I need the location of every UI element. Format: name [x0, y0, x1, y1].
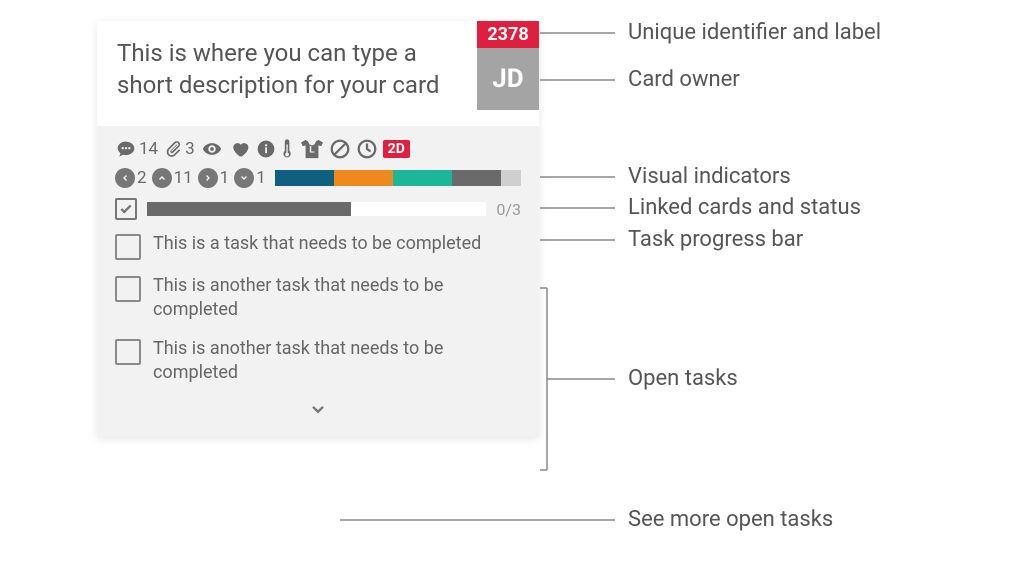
progress-label: 0/3: [496, 200, 521, 219]
task-checkbox[interactable]: [115, 339, 141, 365]
paperclip-icon: [163, 139, 183, 159]
annotation-progress: Task progress bar: [628, 227, 803, 252]
card-id-badge[interactable]: 2378: [477, 21, 539, 48]
status-segment: [501, 170, 521, 186]
status-segment: [452, 170, 501, 186]
progress-bar[interactable]: [147, 202, 486, 216]
annotation-indicators: Visual indicators: [628, 164, 791, 189]
clock-icon[interactable]: [356, 138, 378, 160]
successor-link[interactable]: 1: [198, 168, 230, 188]
kanban-card[interactable]: This is where you can type a short descr…: [97, 21, 539, 437]
annotation-id: Unique identifier and label: [628, 20, 881, 45]
status-segment: [275, 170, 334, 186]
status-segment: [393, 170, 452, 186]
task-checkbox[interactable]: [115, 234, 141, 260]
arrow-left-icon: [115, 168, 135, 188]
owner-avatar[interactable]: JD: [477, 48, 539, 110]
task-item[interactable]: This is another task that needs to be co…: [115, 274, 521, 323]
predecessor-count: 2: [137, 168, 147, 188]
arrow-up-icon: [152, 168, 172, 188]
predecessor-link[interactable]: 2: [115, 168, 147, 188]
task-item[interactable]: This is another task that needs to be co…: [115, 337, 521, 386]
card-body: 14 3 L: [97, 126, 539, 437]
task-text: This is a task that needs to be complete…: [153, 232, 481, 256]
svg-text:L: L: [309, 145, 315, 155]
parent-count: 11: [174, 168, 193, 188]
watch-icon[interactable]: [200, 139, 224, 159]
comments-indicator[interactable]: 14: [115, 139, 158, 159]
child-count: 1: [256, 168, 266, 188]
chevron-down-icon: [304, 401, 332, 425]
attachments-count: 3: [185, 139, 195, 159]
tshirt-size-icon[interactable]: L: [300, 138, 324, 160]
progress-row: 0/3: [115, 198, 521, 220]
thermometer-icon[interactable]: [281, 138, 295, 160]
parent-link[interactable]: 11: [152, 168, 193, 188]
task-checkbox[interactable]: [115, 276, 141, 302]
checklist-icon: [115, 198, 137, 220]
card-title[interactable]: This is where you can type a short descr…: [117, 37, 477, 102]
comment-icon: [115, 139, 137, 159]
deadline-badge[interactable]: 2D: [383, 140, 410, 158]
annotation-tasks: Open tasks: [628, 366, 738, 391]
child-link[interactable]: 1: [234, 168, 266, 188]
successor-count: 1: [220, 168, 230, 188]
task-item[interactable]: This is a task that needs to be complete…: [115, 232, 521, 260]
attachments-indicator[interactable]: 3: [163, 139, 195, 159]
heart-icon[interactable]: [229, 139, 251, 159]
task-text: This is another task that needs to be co…: [153, 337, 521, 386]
links-row: 2 11 1 1: [115, 168, 521, 188]
task-text: This is another task that needs to be co…: [153, 274, 521, 323]
expand-tasks[interactable]: [115, 399, 521, 427]
indicator-row: 14 3 L: [115, 138, 521, 160]
annotation-expand: See more open tasks: [628, 507, 833, 532]
comments-count: 14: [139, 139, 158, 159]
arrow-right-icon: [198, 168, 218, 188]
card-header: This is where you can type a short descr…: [97, 21, 539, 126]
status-bar[interactable]: [275, 170, 521, 186]
annotation-links: Linked cards and status: [628, 195, 861, 220]
open-tasks-list: This is a task that needs to be complete…: [115, 232, 521, 385]
blocked-icon[interactable]: [329, 138, 351, 160]
id-owner-column: 2378 JD: [477, 21, 539, 110]
annotation-owner: Card owner: [628, 67, 740, 92]
info-icon[interactable]: [256, 139, 276, 159]
status-segment: [334, 170, 393, 186]
arrow-down-icon: [234, 168, 254, 188]
